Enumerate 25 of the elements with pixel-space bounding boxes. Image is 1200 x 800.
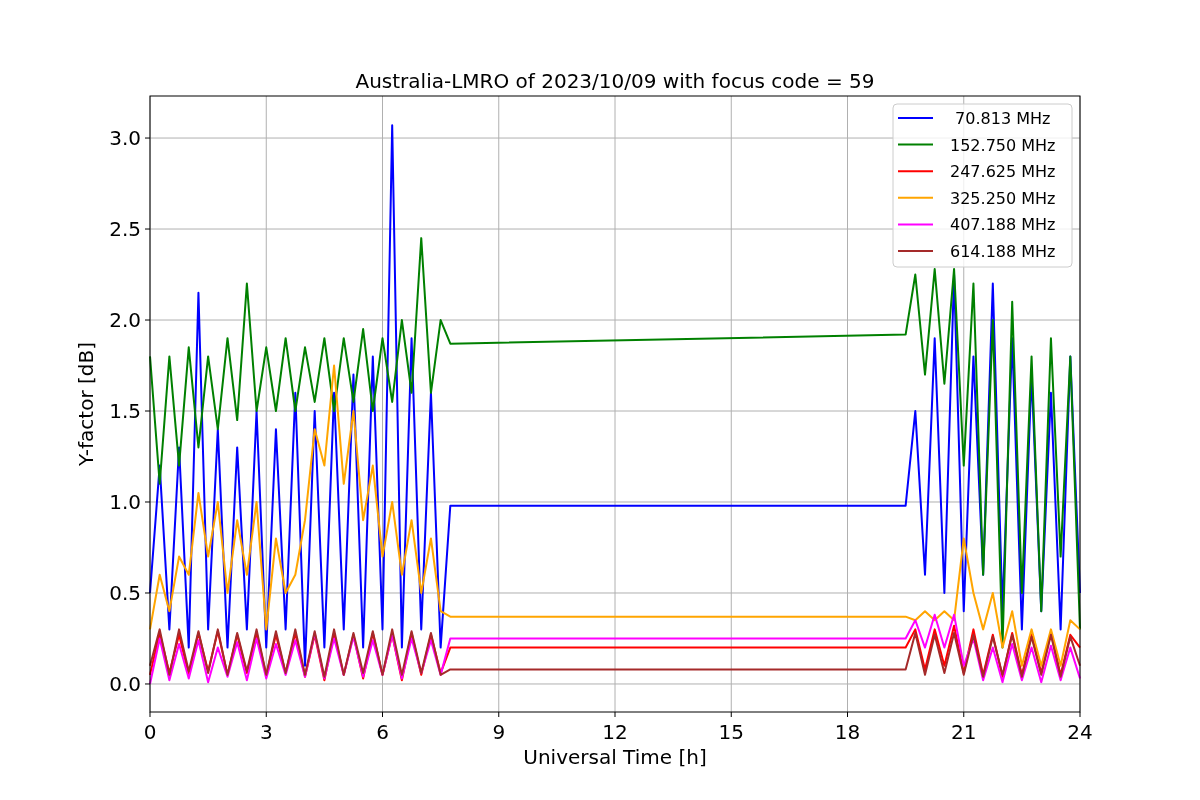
legend-label: 614.188 MHz [950,242,1056,261]
chart-title: Australia-LMRO of 2023/10/09 with focus code = 59 [355,69,875,93]
tick-label: 6 [376,720,389,744]
legend-label: 247.625 MHz [950,162,1056,182]
tick-label: 24 [1067,720,1093,744]
legend-label: 70.813 MHz [955,109,1051,128]
tick-label: 18 [834,720,861,744]
tick-label: 12 [602,720,628,744]
legend-label: 325.250 MHz [950,188,1056,208]
tick-label: 2.5 [109,217,141,242]
tick-label: 15 [718,720,744,744]
tick-label: 0.0 [109,672,141,696]
y-axis-label: Y-factor [dB] [74,342,98,466]
legend-label: 152.750 MHz [950,135,1056,155]
tick-label: 2.0 [109,308,141,332]
legend-label: 407.188 MHz [950,215,1056,235]
tick-label: 1.0 [109,490,141,514]
tick-label: 21 [951,720,977,744]
tick-label: 0 [143,720,157,744]
x-axis-label: Universal Time [h] [523,745,707,769]
tick-label: 3 [259,720,273,744]
tick-label: 9 [492,720,506,744]
tick-label: 3.0 [109,126,141,151]
tick-label: 1.5 [109,399,141,423]
tick-label: 0.5 [109,581,141,605]
